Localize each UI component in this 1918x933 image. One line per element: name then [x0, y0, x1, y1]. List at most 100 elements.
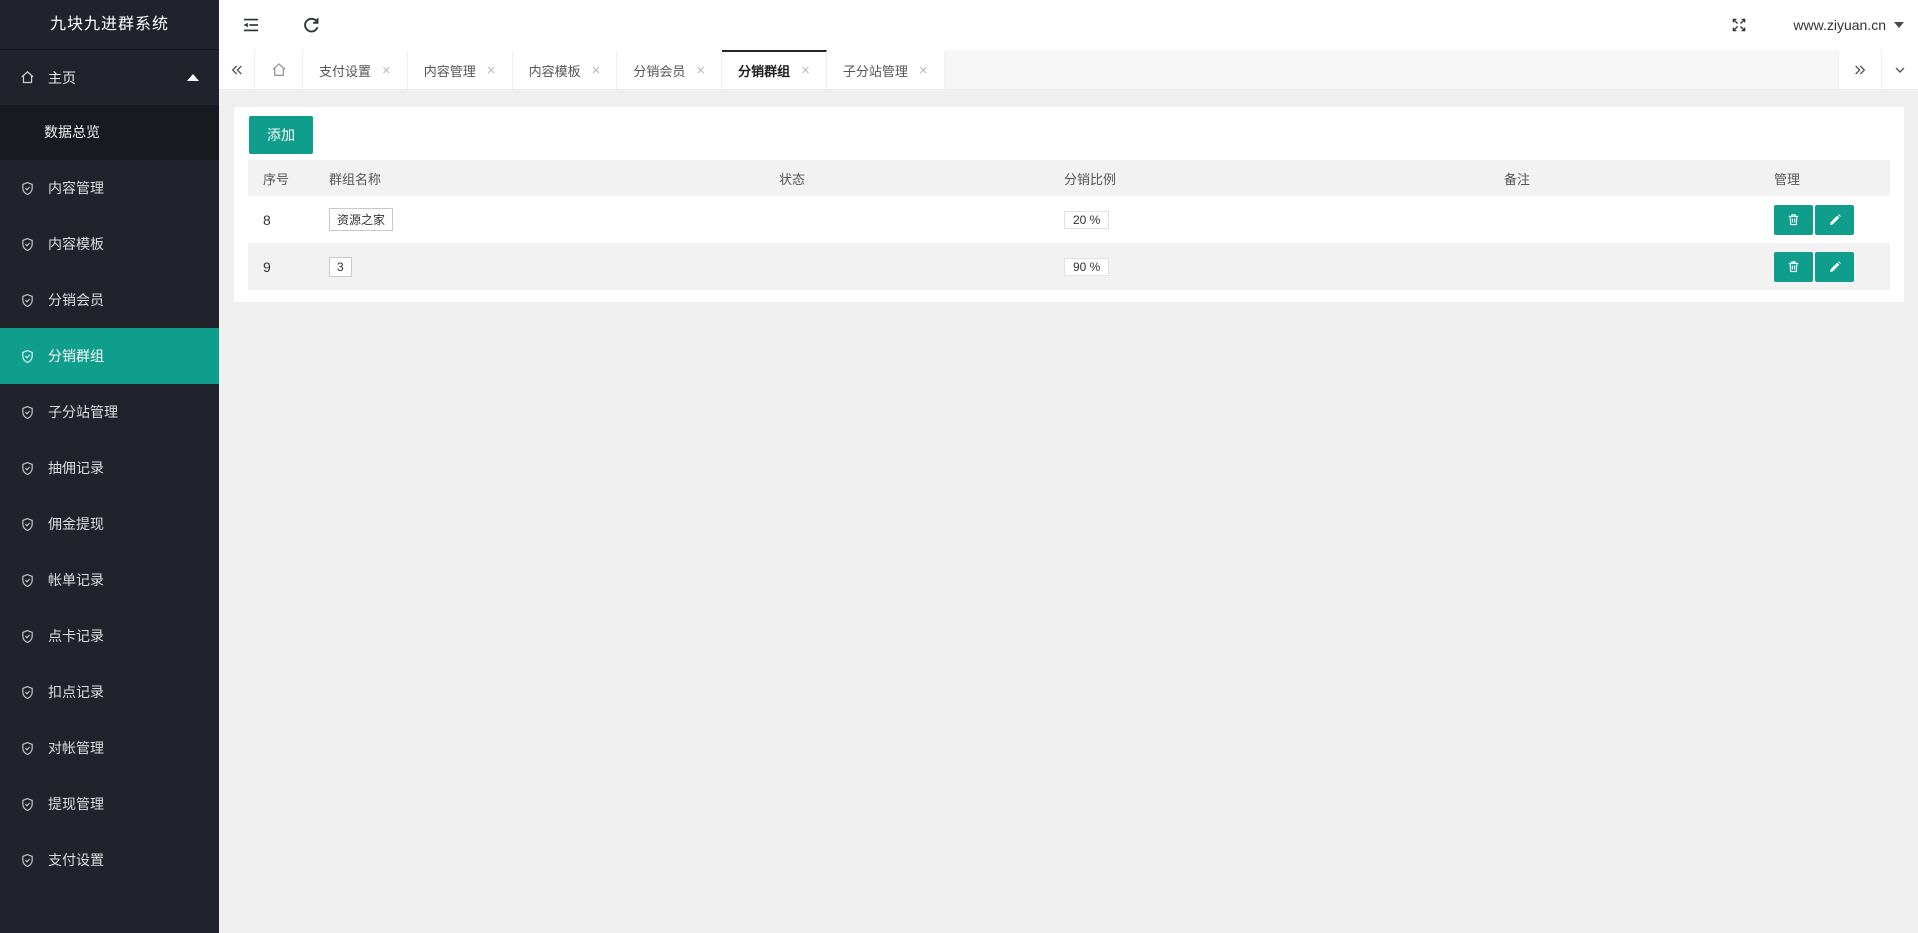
fullscreen-icon[interactable]	[1721, 7, 1757, 43]
tabbar: 支付设置 × 内容管理 × 内容模板 × 分销会员 × 分销群组 × 子分站管理…	[219, 50, 1918, 90]
col-header-manage: 管理	[1774, 169, 1890, 188]
group-name-input[interactable]: 3	[329, 257, 352, 277]
sidebar-item[interactable]: 对帐管理	[0, 720, 219, 776]
groups-table: 序号 群组名称 状态 分销比例 备注 管理 8 资源之家	[248, 160, 1890, 290]
sidebar-item[interactable]: 子分站管理	[0, 384, 219, 440]
table-row: 8 资源之家 20 %	[248, 196, 1890, 243]
tab-label: 分销群组	[738, 61, 790, 80]
topbar-right: www.ziyuan.cn	[1721, 0, 1910, 50]
shield-check-icon	[20, 853, 35, 868]
tab-close-icon[interactable]: ×	[801, 63, 810, 78]
edit-button[interactable]	[1815, 205, 1854, 235]
sidebar-menu: 内容管理 内容模板 分销会员	[0, 160, 219, 888]
sidebar-item[interactable]: 支付设置	[0, 832, 219, 888]
content-card: 添加 序号 群组名称 状态 分销比例 备注 管理 8 资源之家	[234, 107, 1904, 302]
main-area: 添加 序号 群组名称 状态 分销比例 备注 管理 8 资源之家	[219, 91, 1918, 933]
sidebar-item[interactable]: 分销会员	[0, 272, 219, 328]
sidebar-item-label: 帐单记录	[48, 570, 104, 590]
tab-label: 支付设置	[319, 61, 371, 80]
table-row: 9 3 90 %	[248, 243, 1890, 290]
sidebar-item-label: 子分站管理	[48, 402, 118, 422]
shield-check-icon	[20, 741, 35, 756]
home-icon	[20, 70, 35, 85]
tab-close-icon[interactable]: ×	[919, 63, 928, 78]
tab-label: 分销会员	[633, 61, 685, 80]
tab-label: 内容模板	[529, 61, 581, 80]
tabs-scroll-right-button[interactable]	[1838, 50, 1881, 89]
sidebar-item-label: 内容管理	[48, 178, 104, 198]
ratio-badge[interactable]: 20 %	[1064, 211, 1109, 229]
shield-check-icon	[20, 461, 35, 476]
sidebar-item-label: 提现管理	[48, 794, 104, 814]
shield-check-icon	[20, 797, 35, 812]
ratio-badge[interactable]: 90 %	[1064, 258, 1109, 276]
caret-down-icon	[1894, 22, 1904, 28]
sidebar-item[interactable]: 扣点记录	[0, 664, 219, 720]
topbar-left	[233, 0, 329, 50]
shield-check-icon	[20, 517, 35, 532]
shield-check-icon	[20, 573, 35, 588]
sidebar-subitem-label: 数据总览	[44, 124, 100, 140]
sidebar-item-label: 支付设置	[48, 850, 104, 870]
table-body: 8 资源之家 20 %	[248, 196, 1890, 290]
tab-close-icon[interactable]: ×	[382, 63, 391, 78]
shield-check-icon	[20, 181, 35, 196]
sidebar-item-label: 对帐管理	[48, 738, 104, 758]
tab-close-icon[interactable]: ×	[487, 63, 496, 78]
sidebar-item[interactable]: 佣金提现	[0, 496, 219, 552]
row-actions	[1774, 205, 1890, 235]
tab[interactable]: 支付设置 ×	[303, 50, 408, 89]
sidebar-item[interactable]: 分销群组	[0, 328, 219, 384]
tab[interactable]: 分销会员 ×	[617, 50, 722, 89]
tab-home-button[interactable]	[255, 50, 303, 89]
row-id: 8	[263, 212, 329, 228]
row-id: 9	[263, 259, 329, 275]
tabbar-spacer	[945, 50, 1838, 89]
row-actions	[1774, 252, 1890, 282]
tab-label: 子分站管理	[843, 61, 908, 80]
sidebar-item-label: 分销群组	[48, 346, 104, 366]
sidebar-item-label: 分销会员	[48, 290, 104, 310]
collapse-sidebar-button[interactable]	[233, 7, 269, 43]
tab[interactable]: 子分站管理 ×	[827, 50, 945, 89]
delete-button[interactable]	[1774, 205, 1813, 235]
shield-check-icon	[20, 293, 35, 308]
sidebar-item[interactable]: 内容模板	[0, 216, 219, 272]
tabs-scroll-left-button[interactable]	[219, 50, 255, 89]
tab[interactable]: 分销群组 ×	[722, 50, 827, 89]
tab-label: 内容管理	[424, 61, 476, 80]
sidebar-item-label: 内容模板	[48, 234, 104, 254]
sidebar-item[interactable]: 内容管理	[0, 160, 219, 216]
caret-up-icon	[187, 74, 199, 81]
sidebar-item[interactable]: 帐单记录	[0, 552, 219, 608]
group-name-input[interactable]: 资源之家	[329, 208, 393, 231]
tab[interactable]: 内容模板 ×	[513, 50, 618, 89]
add-button[interactable]: 添加	[249, 116, 313, 154]
app-title: 九块九进群系统	[0, 0, 219, 50]
shield-check-icon	[20, 685, 35, 700]
domain-switcher[interactable]: www.ziyuan.cn	[1793, 17, 1910, 33]
sidebar-item[interactable]: 抽佣记录	[0, 440, 219, 496]
sidebar-item-label: 抽佣记录	[48, 458, 104, 478]
sidebar: 九块九进群系统 主页 数据总览 内容管理	[0, 0, 219, 933]
table-header-row: 序号 群组名称 状态 分销比例 备注 管理	[248, 160, 1890, 196]
col-header-remark: 备注	[1504, 169, 1774, 188]
col-header-status: 状态	[779, 169, 1064, 188]
sidebar-item-label: 点卡记录	[48, 626, 104, 646]
refresh-icon[interactable]	[293, 7, 329, 43]
tab-close-icon[interactable]: ×	[696, 63, 705, 78]
open-tabs: 支付设置 × 内容管理 × 内容模板 × 分销会员 × 分销群组 × 子分站管理…	[303, 50, 945, 89]
sidebar-item-home[interactable]: 主页	[0, 50, 219, 105]
col-header-group-name: 群组名称	[329, 169, 779, 188]
sidebar-item[interactable]: 提现管理	[0, 776, 219, 832]
sidebar-item[interactable]: 点卡记录	[0, 608, 219, 664]
tabs-menu-button[interactable]	[1881, 50, 1918, 89]
tab[interactable]: 内容管理 ×	[408, 50, 513, 89]
edit-button[interactable]	[1815, 252, 1854, 282]
shield-check-icon	[20, 405, 35, 420]
shield-check-icon	[20, 349, 35, 364]
col-header-id: 序号	[263, 169, 329, 188]
sidebar-subitem-data-overview[interactable]: 数据总览	[0, 105, 219, 160]
tab-close-icon[interactable]: ×	[592, 63, 601, 78]
delete-button[interactable]	[1774, 252, 1813, 282]
